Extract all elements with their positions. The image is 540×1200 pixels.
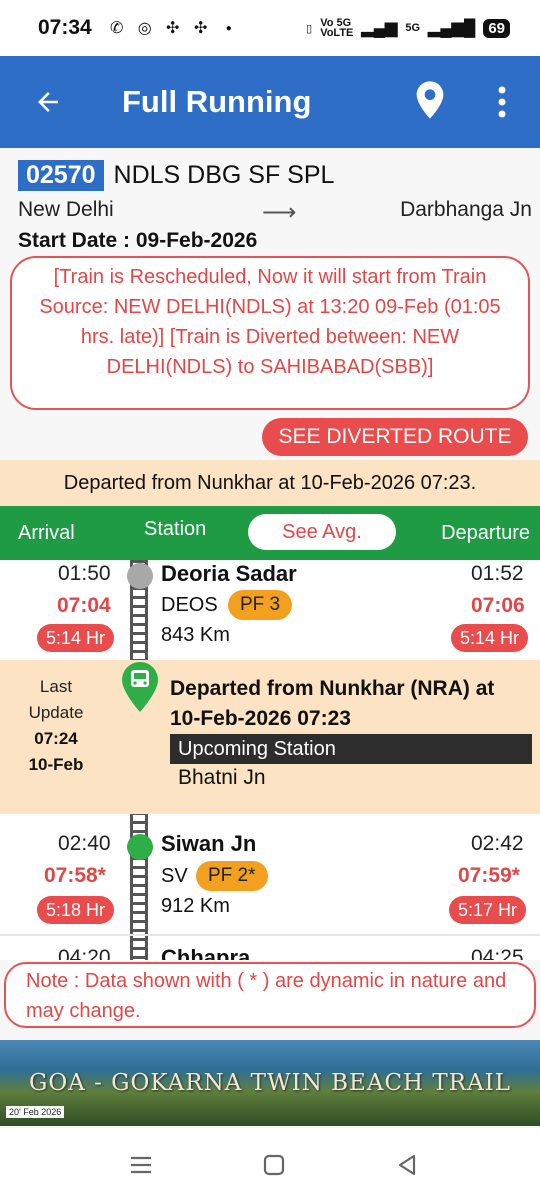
current-status-message: Departed from Nunkhar (NRA) at 10-Feb-20… <box>170 677 495 730</box>
status-bar: 07:34 ✆ ◎ ✣ ✣ ● ▯ Vo 5G VoLTE ▂▄▆ 5G ▂▄▆… <box>0 0 540 56</box>
departure-header: Departure <box>441 522 530 544</box>
instagram-icon: ◎ <box>137 20 152 37</box>
page-title: Full Running <box>122 84 312 119</box>
distance: 843 Km <box>161 624 230 646</box>
back-icon[interactable] <box>392 1150 422 1180</box>
app-bar: Full Running <box>0 56 540 148</box>
scheduled-departure: 01:52 <box>471 562 524 585</box>
destination-station: Darbhanga Jn <box>400 198 532 221</box>
signal-icon: ▂▄▆█ <box>428 20 476 37</box>
arrow-right-icon: ⟶ <box>262 199 297 226</box>
actual-arrival: 07:04 <box>57 594 111 617</box>
location-pin-icon[interactable] <box>414 80 446 120</box>
whatsapp-icon: ✆ <box>110 20 124 37</box>
system-icons: ▯ Vo 5G VoLTE ▂▄▆ 5G ▂▄▆█ 69 <box>306 17 510 39</box>
status-time: 07:34 <box>38 16 92 39</box>
dot-icon: ● <box>225 22 232 34</box>
train-number: 02570 <box>18 160 104 191</box>
upcoming-station-name: Bhatni Jn <box>178 766 266 789</box>
ad-date: 20' Feb 2026 <box>6 1106 65 1118</box>
list-item[interactable]: 01:50 07:04 5:14 Hr Deoria Sadar DEOS PF… <box>0 560 540 660</box>
arrival-delay-badge: 5:14 Hr <box>37 624 115 652</box>
scheduled-arrival: 02:40 <box>58 832 111 855</box>
app-icon: ✣ <box>194 20 208 37</box>
distance: 912 Km <box>161 895 230 917</box>
table-header: Arrival Station See Avg. Departure <box>0 506 540 560</box>
recent-apps-icon[interactable] <box>126 1150 156 1180</box>
list-item[interactable]: 02:40 07:58* 5:18 Hr Siwan Jn SV PF 2* 9… <box>0 830 540 930</box>
station-code: DEOS <box>161 594 218 616</box>
departure-delay-badge: 5:17 Hr <box>449 896 527 924</box>
platform-badge: PF 2* <box>196 861 268 891</box>
departed-banner: Departed from Nunkhar at 10-Feb-2026 07:… <box>0 460 540 506</box>
train-header: 02570 NDLS DBG SF SPL <box>18 160 334 191</box>
vibrate-icon: ▯ <box>306 22 313 35</box>
arrival-delay-badge: 5:18 Hr <box>37 896 115 924</box>
app-icon: ✣ <box>166 20 180 37</box>
row-divider <box>0 934 540 936</box>
last-update: Last Update 07:24 10-Feb <box>20 674 92 778</box>
see-avg-button[interactable]: See Avg. <box>248 514 396 550</box>
last-update-date: 10-Feb <box>28 755 84 774</box>
battery-icon: 69 <box>483 18 510 38</box>
arrival-header: Arrival <box>18 522 75 544</box>
scheduled-departure: 04:25 <box>471 946 524 960</box>
route: New Delhi ⟶ Darbhanga Jn <box>18 198 532 226</box>
departure-delay-badge: 5:14 Hr <box>451 624 529 652</box>
see-diverted-route-button[interactable]: SEE DIVERTED ROUTE <box>262 418 528 456</box>
last-update-time: 07:24 <box>34 729 78 748</box>
ad-title: GOA - GOKARNA TWIN BEACH TRAIL <box>28 1070 512 1096</box>
station-list[interactable]: 01:50 07:04 5:14 Hr Deoria Sadar DEOS PF… <box>0 560 540 960</box>
scheduled-arrival: 01:50 <box>58 562 111 585</box>
network-label: Vo 5G VoLTE <box>320 17 354 39</box>
signal-icon: ▂▄▆ <box>361 20 398 37</box>
reschedule-notice: [Train is Rescheduled, Now it will start… <box>10 256 530 410</box>
last-update-label: Last Update <box>28 677 84 722</box>
station-dot <box>127 563 153 589</box>
actual-departure: 07:59* <box>458 864 520 887</box>
dynamic-data-note: Note : Data shown with ( * ) are dynamic… <box>4 962 536 1028</box>
train-location-pin-icon <box>122 662 158 712</box>
upcoming-station-label: Upcoming Station <box>170 734 532 764</box>
start-date: Start Date : 09-Feb-2026 <box>18 229 258 252</box>
system-nav-bar <box>0 1128 540 1200</box>
scheduled-departure: 02:42 <box>471 832 524 855</box>
more-vert-icon[interactable] <box>490 82 514 122</box>
station-dot <box>127 834 153 860</box>
station-name: Deoria Sadar <box>161 561 297 586</box>
ad-banner[interactable]: GOA - GOKARNA TWIN BEACH TRAIL 20' Feb 2… <box>0 1040 540 1126</box>
home-icon[interactable] <box>259 1150 289 1180</box>
scheduled-arrival: 04:20 <box>58 946 111 960</box>
station-code: SV <box>161 865 188 887</box>
platform-badge: PF 3 <box>228 590 293 620</box>
source-station: New Delhi <box>18 198 114 221</box>
train-name: NDLS DBG SF SPL <box>113 161 335 189</box>
station-name: Siwan Jn <box>161 831 257 856</box>
station-name: Chhapra <box>161 945 251 960</box>
actual-departure: 07:06 <box>471 594 525 617</box>
actual-arrival: 07:58* <box>44 864 106 887</box>
notification-icons: ✆ ◎ ✣ ✣ ● <box>108 19 238 37</box>
station-header: Station <box>144 518 207 540</box>
back-arrow-icon[interactable] <box>24 78 72 126</box>
current-status: Last Update 07:24 10-Feb Departed from N… <box>0 660 540 814</box>
network-label: 5G <box>405 22 421 34</box>
list-item[interactable]: 04:20 Chhapra 04:25 <box>0 944 540 960</box>
